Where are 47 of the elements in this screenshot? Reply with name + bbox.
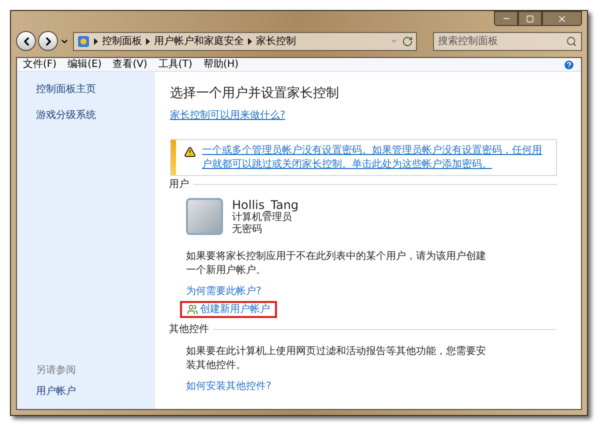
user-name: Hollis_Tang	[232, 198, 299, 212]
close-icon	[557, 14, 567, 24]
breadcrumb-arrow-icon	[94, 38, 98, 44]
page-title: 选择一个用户并设置家长控制	[170, 85, 340, 103]
breadcrumb-item[interactable]: 用户帐户和家庭安全	[154, 34, 244, 48]
why-account-link[interactable]: 为何需要此帐户?	[186, 284, 262, 298]
help-icon[interactable]	[563, 58, 575, 70]
maximize-button[interactable]	[518, 11, 542, 26]
breadcrumb-item[interactable]: 控制面板	[102, 34, 142, 48]
refresh-icon[interactable]	[402, 36, 413, 46]
users-icon	[187, 304, 198, 314]
menu-item[interactable]: 文件(F)	[23, 58, 57, 70]
menu-item[interactable]: 工具(T)	[158, 58, 192, 70]
maximize-icon	[526, 14, 534, 22]
sidebar-link[interactable]: 控制面板主页	[36, 82, 155, 97]
see-also-heading: 另请参阅	[36, 364, 77, 378]
search-input[interactable]: 搜索控制面板	[438, 34, 566, 48]
section-heading: 用户	[169, 178, 189, 192]
warning-stripe	[171, 140, 176, 174]
section-heading: 其他控件	[169, 322, 209, 336]
user-tile[interactable]: Hollis_Tang 计算机管理员 无密码	[186, 198, 299, 236]
breadcrumb-arrow-icon	[248, 38, 252, 44]
user-role: 计算机管理员	[232, 212, 292, 224]
search-field[interactable]: 搜索控制面板	[433, 32, 582, 50]
breadcrumb-item[interactable]: 家长控制	[256, 34, 296, 48]
help-link[interactable]: 家长控制可以用来做什么?	[170, 108, 286, 122]
avatar-placeholder	[186, 198, 223, 234]
forward-button[interactable]	[38, 31, 58, 51]
back-button[interactable]	[16, 31, 36, 51]
note-text: 如果要将家长控制应用于不在此列表中的某个用户，请为该用户创建一个新用户帐户。	[186, 250, 486, 278]
warning-link[interactable]: 一个或多个管理员帐户没有设置密码。如果管理员帐户没有设置密码，任何用户就都可以跳过或关闭家长控制。单击此处为这些帐户添加密码。	[202, 144, 548, 172]
close-button[interactable]	[542, 11, 582, 26]
history-caret-icon[interactable]	[390, 37, 398, 45]
password-status: 无密码	[232, 224, 263, 236]
search-icon	[566, 36, 577, 46]
minimize-button[interactable]	[494, 11, 518, 26]
sidebar-link[interactable]: 用户帐户	[36, 384, 155, 399]
menu-item[interactable]: 帮助(H)	[203, 58, 239, 70]
create-user-link[interactable]: 创建新用户帐户	[180, 300, 277, 318]
menu-item[interactable]: 编辑(E)	[68, 58, 102, 70]
sidebar-link[interactable]: 游戏分级系统	[36, 108, 155, 123]
breadcrumb-arrow-icon	[146, 38, 150, 44]
other-controls-text: 如果要在此计算机上使用网页过滤和活动报告等其他功能，您需要安装其他控件。	[186, 344, 486, 372]
menu-item[interactable]: 查看(V)	[112, 58, 148, 70]
warning-icon	[184, 146, 196, 158]
install-link[interactable]: 如何安装其他控件?	[186, 378, 272, 394]
address-bar[interactable]: 控制面板 用户帐户和家庭安全 家长控制	[73, 32, 417, 50]
